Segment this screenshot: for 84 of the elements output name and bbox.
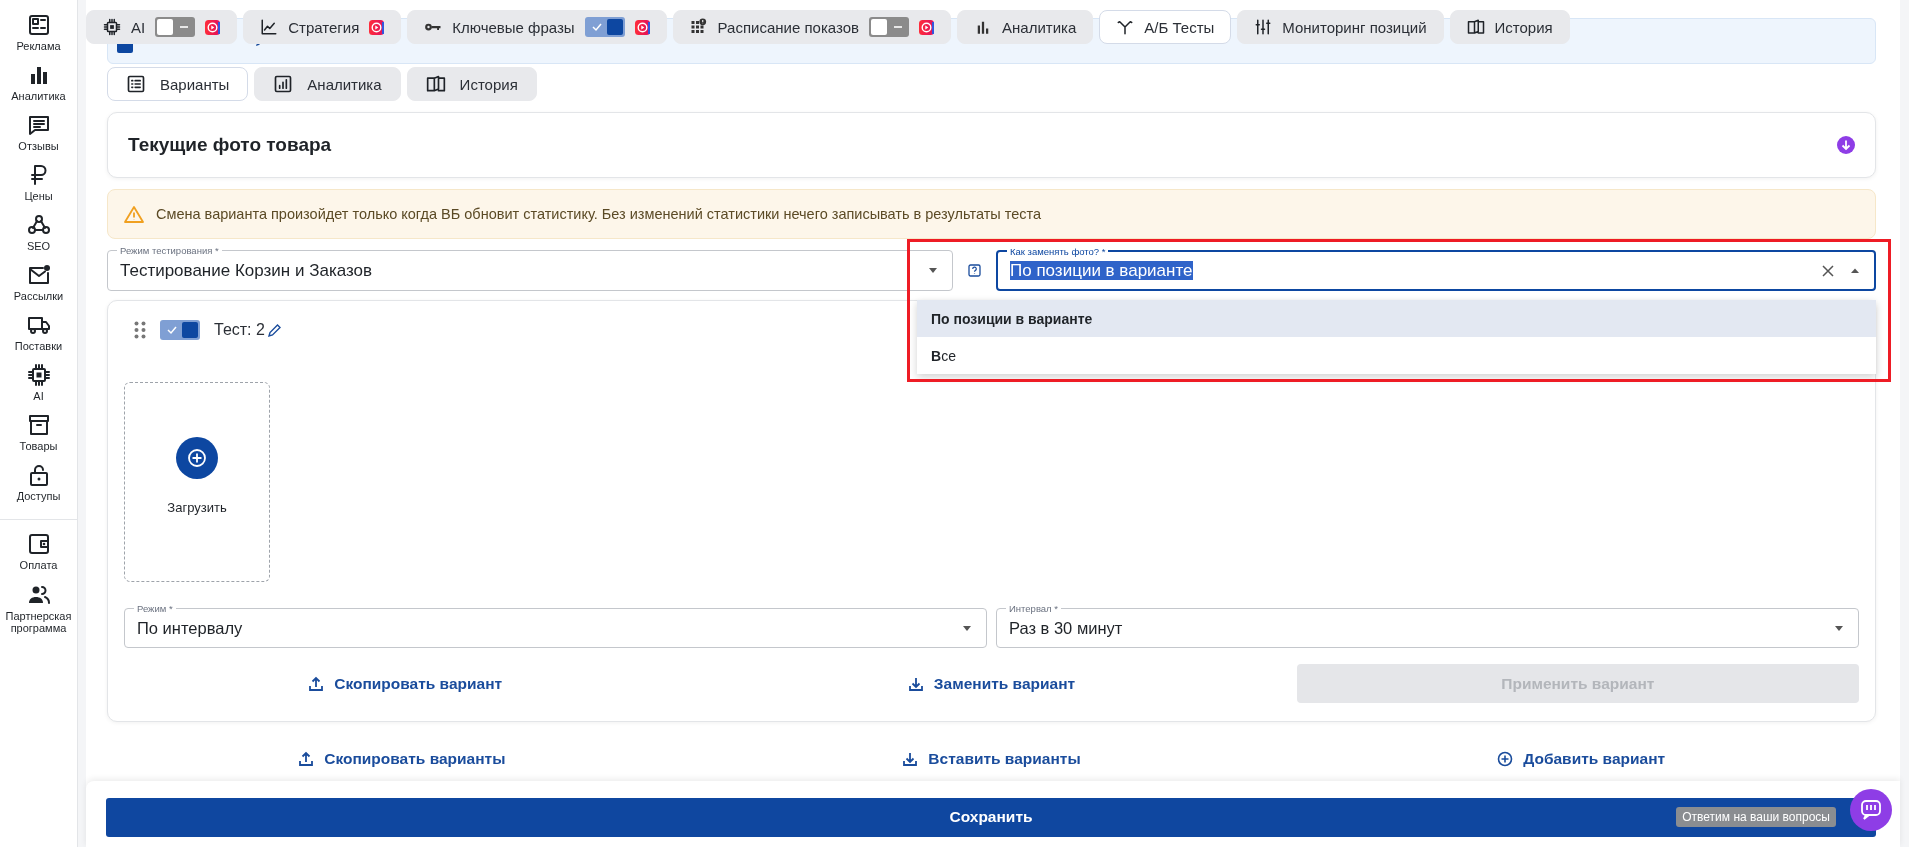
chart-box-icon bbox=[273, 74, 294, 94]
caret-down-icon bbox=[1834, 624, 1844, 632]
sub-tab[interactable]: История bbox=[406, 67, 537, 101]
upload-icon bbox=[298, 750, 315, 767]
sub-tab[interactable]: Варианты bbox=[107, 67, 249, 101]
upload-label: Загрузить bbox=[167, 500, 227, 515]
action-link[interactable]: Добавить вариант bbox=[1497, 739, 1666, 778]
sidebar-item[interactable]: AI bbox=[0, 363, 77, 413]
dropdown-option[interactable]: Все bbox=[917, 337, 1876, 374]
sidebar-item[interactable]: Рассылки bbox=[0, 263, 77, 313]
nav-tab[interactable]: А/Б Тесты bbox=[1099, 10, 1232, 44]
nav-tab[interactable]: AI bbox=[86, 10, 238, 44]
archive-icon bbox=[26, 413, 51, 437]
chat-button[interactable] bbox=[1850, 789, 1892, 831]
toggle-switch[interactable] bbox=[584, 17, 625, 37]
check-icon bbox=[589, 21, 602, 33]
chip-icon bbox=[26, 363, 51, 387]
book-icon bbox=[1466, 18, 1485, 36]
dropdown-option[interactable]: По позиции в варианте bbox=[917, 300, 1876, 337]
toggle-switch[interactable] bbox=[160, 320, 200, 340]
sidebar-item[interactable]: Партнерская программа bbox=[0, 583, 77, 634]
warning-text: Смена варианта произойдет только когда ВБ обновит статистику. Без изменений статистики нечего записывать в результаты теста bbox=[156, 206, 1042, 222]
nav-tab[interactable]: Ключевые фразы bbox=[407, 10, 667, 44]
webhook-icon bbox=[26, 213, 51, 237]
field-value: Раз в 30 минут bbox=[1009, 618, 1124, 638]
sidebar-item[interactable]: Оплата bbox=[0, 532, 77, 571]
action-link[interactable]: Заменить вариант bbox=[907, 664, 1076, 703]
chat-icon bbox=[26, 113, 51, 137]
drag-handle-icon bbox=[134, 321, 146, 339]
upload-icon bbox=[308, 675, 325, 692]
field-value: По позиции в варианте bbox=[1010, 260, 1194, 281]
action-link[interactable]: Вставить варианты bbox=[902, 739, 1081, 778]
upload-dropzone[interactable]: Загрузить bbox=[124, 382, 270, 582]
sub-tab[interactable]: Аналитика bbox=[254, 67, 401, 101]
sidebar-item[interactable]: Доступы bbox=[0, 463, 77, 513]
people-icon bbox=[26, 583, 51, 607]
variant-title: Тест: 2 bbox=[214, 321, 265, 339]
add-circle-icon bbox=[176, 437, 218, 479]
add-circle-icon bbox=[1497, 750, 1514, 767]
book-icon bbox=[425, 74, 446, 94]
sidebar-item[interactable]: SEO bbox=[0, 213, 77, 263]
sidebar-item[interactable]: Реклама bbox=[0, 13, 77, 63]
nav-tab[interactable]: Мониторинг позиций bbox=[1237, 10, 1444, 44]
check-icon bbox=[165, 324, 177, 336]
sidebar-item[interactable]: Товары bbox=[0, 413, 77, 463]
toggle-switch[interactable] bbox=[869, 17, 910, 37]
field-label: Режим * bbox=[134, 603, 176, 614]
chat-icon bbox=[1860, 799, 1882, 821]
field-value: По интервалу bbox=[137, 618, 244, 638]
mail-icon bbox=[26, 263, 51, 287]
nav-tab[interactable]: Расписание показов bbox=[672, 10, 952, 44]
fork-icon bbox=[1116, 18, 1135, 36]
wallet-icon bbox=[26, 532, 51, 556]
caret-down-icon bbox=[928, 267, 938, 274]
sliders-icon bbox=[1254, 18, 1273, 36]
line-chart-icon bbox=[260, 18, 279, 36]
sidebar-item[interactable]: Аналитика bbox=[0, 63, 77, 113]
nav-tab[interactable]: Стратегия bbox=[243, 10, 402, 44]
field-label: Режим тестирования * bbox=[117, 245, 222, 256]
ads-icon bbox=[26, 13, 51, 37]
sidebar-item[interactable]: Цены bbox=[0, 163, 77, 213]
section-title: Текущие фото товара bbox=[128, 134, 332, 156]
grid-icon bbox=[689, 18, 708, 36]
list-icon bbox=[126, 74, 146, 94]
action-link[interactable]: Скопировать варианты bbox=[298, 739, 506, 778]
nav-tab[interactable]: Аналитика bbox=[957, 10, 1094, 44]
caret-down-icon bbox=[962, 624, 972, 632]
download-icon bbox=[907, 675, 924, 692]
field-label: Как заменять фото? * bbox=[1007, 246, 1109, 257]
field-label: Интервал * bbox=[1006, 603, 1061, 614]
pencil-icon bbox=[266, 322, 282, 338]
warning-icon bbox=[124, 205, 144, 223]
sidebar-item[interactable]: Отзывы bbox=[0, 113, 77, 163]
clear-icon bbox=[1822, 264, 1834, 277]
chip-icon bbox=[103, 18, 121, 36]
help-icon bbox=[968, 264, 981, 277]
caret-up-icon bbox=[1850, 267, 1860, 274]
action-link[interactable]: Скопировать вариант bbox=[308, 664, 503, 703]
download-icon bbox=[902, 750, 919, 767]
sidebar-item[interactable]: Поставки bbox=[0, 313, 77, 363]
toggle-switch[interactable] bbox=[155, 17, 196, 37]
nav-tab[interactable]: История bbox=[1449, 10, 1570, 44]
field-value: Тестирование Корзин и Заказов bbox=[120, 260, 374, 281]
chat-tooltip: Ответим на ваши вопросы bbox=[1676, 807, 1836, 827]
